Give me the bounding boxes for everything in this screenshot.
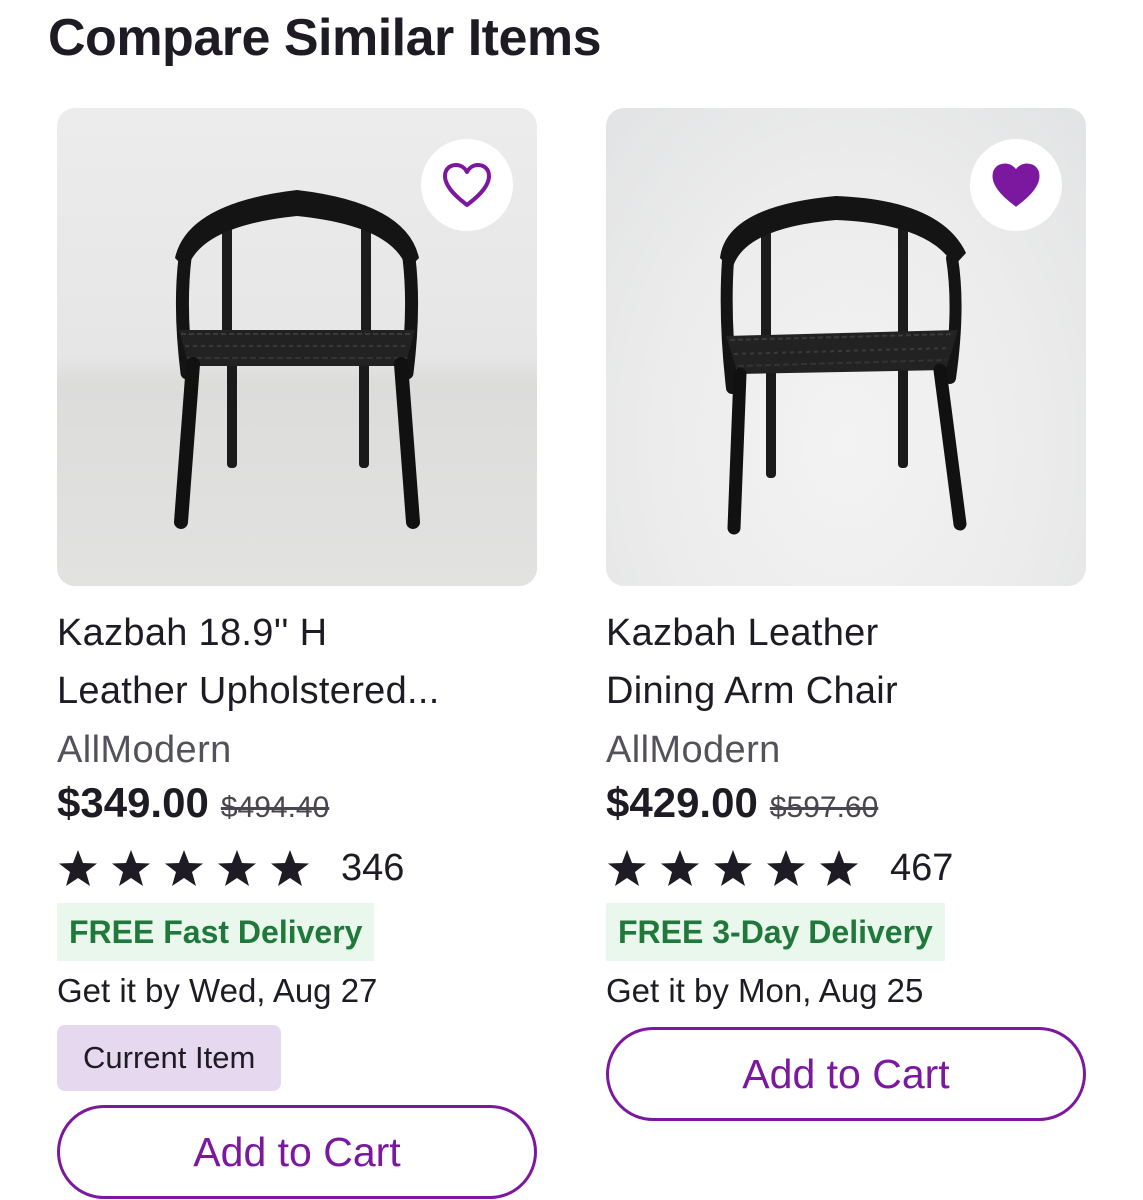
product-title[interactable]: Kazbah Leather Dining Arm Chair <box>606 604 1086 720</box>
delivery-date: Get it by Wed, Aug 27 <box>57 972 378 1009</box>
star-icon <box>271 850 309 886</box>
star-icon <box>661 850 699 886</box>
delivery-badge: FREE 3-Day Delivery <box>606 903 945 961</box>
product-brand: AllModern <box>57 729 232 771</box>
product-title-line: Kazbah 18.9'' H <box>57 612 328 654</box>
original-price: $597.60 <box>769 791 879 824</box>
product-title-line: Dining Arm Chair <box>606 670 899 712</box>
review-count: 346 <box>341 846 405 889</box>
favorite-button[interactable] <box>421 139 513 231</box>
star-icon <box>714 850 752 886</box>
heart-filled-icon <box>992 163 1040 207</box>
star-rating <box>606 848 860 888</box>
favorite-button[interactable] <box>970 139 1062 231</box>
product-card[interactable]: Kazbah Leather Dining Arm Chair AllModer… <box>606 108 1086 1121</box>
star-icon <box>608 850 646 886</box>
star-icon <box>820 850 858 886</box>
product-title-line: Leather Upholstered... <box>57 670 440 712</box>
product-brand: AllModern <box>606 729 781 771</box>
heart-outline-icon <box>443 163 491 207</box>
price-row: $349.00 $494.40 <box>57 779 537 839</box>
star-icon <box>112 850 150 886</box>
original-price: $494.40 <box>220 791 330 824</box>
delivery-date: Get it by Mon, Aug 25 <box>606 972 924 1009</box>
product-card[interactable]: Kazbah 18.9'' H Leather Upholstered... A… <box>57 108 537 1199</box>
star-icon <box>218 850 256 886</box>
delivery-badge: FREE Fast Delivery <box>57 903 375 961</box>
star-icon <box>59 850 97 886</box>
review-count: 467 <box>890 846 954 889</box>
star-icon <box>767 850 805 886</box>
product-title-line: Kazbah Leather <box>606 612 879 654</box>
star-rating <box>57 848 311 888</box>
rating-row[interactable]: 346 <box>57 839 537 897</box>
sale-price: $429.00 <box>606 779 758 826</box>
add-to-cart-button[interactable]: Add to Cart <box>606 1027 1086 1121</box>
sale-price: $349.00 <box>57 779 209 826</box>
product-title[interactable]: Kazbah 18.9'' H Leather Upholstered... <box>57 604 537 720</box>
product-image[interactable] <box>57 108 537 586</box>
star-icon <box>165 850 203 886</box>
add-to-cart-button[interactable]: Add to Cart <box>57 1105 537 1199</box>
rating-row[interactable]: 467 <box>606 839 1086 897</box>
section-title: Compare Similar Items <box>48 9 602 67</box>
price-row: $429.00 $597.60 <box>606 779 1086 839</box>
product-image[interactable] <box>606 108 1086 586</box>
current-item-badge: Current Item <box>57 1025 282 1091</box>
compare-similar-items-section: Compare Similar Items Kazbah 18.9'' H Le… <box>0 0 1143 1200</box>
